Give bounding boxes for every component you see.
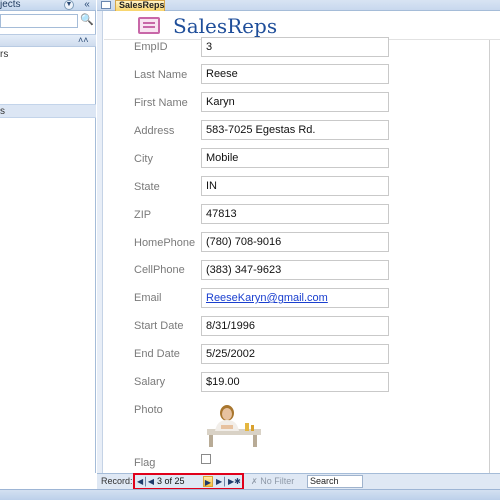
start-date-field[interactable]: 8/31/1996 <box>201 316 389 336</box>
nav-group-header[interactable]: ˄˄ <box>0 34 96 47</box>
field-label-state: State <box>134 181 160 193</box>
navigation-pane: jects ▼ « 🔍 ˄˄ rs s <box>0 0 96 473</box>
highlight-annotation-box <box>133 473 244 490</box>
chevron-down-icon[interactable]: ▼ <box>64 0 74 10</box>
photo-image <box>201 401 267 447</box>
record-search-input[interactable]: Search <box>307 475 363 488</box>
field-label-address: Address <box>134 125 175 137</box>
form-header: SalesReps <box>104 11 500 40</box>
field-label-cellphone: CellPhone <box>134 264 185 276</box>
nav-item-selected[interactable]: s <box>0 104 96 118</box>
last-name-field[interactable]: Reese <box>201 64 389 84</box>
record-selector[interactable] <box>97 11 103 473</box>
salary-field[interactable]: $19.00 <box>201 372 389 392</box>
cellphone-field[interactable]: (383) 347-9623 <box>201 260 389 280</box>
collapse-pane-icon[interactable]: « <box>82 0 92 10</box>
navigation-pane-header[interactable]: jects ▼ « <box>0 0 96 11</box>
field-label-homephone: HomePhone <box>134 237 196 249</box>
document-tab-strip: SalesReps <box>97 0 500 11</box>
field-label-start-date: Start Date <box>134 320 184 332</box>
field-label-salary: Salary <box>134 376 166 388</box>
empid-field[interactable]: 3 <box>201 37 389 57</box>
form-icon <box>101 1 111 9</box>
field-label-email: Email <box>134 292 162 304</box>
form-title: SalesReps <box>173 14 278 38</box>
search-icon[interactable]: 🔍 <box>80 13 94 27</box>
nav-item[interactable]: rs <box>0 48 96 62</box>
record-navigation-bar: Record: ◀│ ◀ 3 of 25 ▶ ▶│ ▶✱ ✗ No Filter… <box>97 473 500 490</box>
homephone-field[interactable]: (780) 708-9016 <box>201 232 389 252</box>
salesreps-form: SalesReps EmpID 3 Last Name Reese First … <box>97 11 500 473</box>
email-field[interactable]: ReeseKaryn@gmail.com <box>201 288 389 308</box>
chevron-up-icon[interactable]: ˄˄ <box>78 35 89 45</box>
field-label-first-name: First Name <box>134 97 188 109</box>
field-label-end-date: End Date <box>134 348 180 360</box>
flag-checkbox[interactable] <box>201 454 211 464</box>
state-field[interactable]: IN <box>201 176 389 196</box>
field-label-flag: Flag <box>134 457 156 469</box>
end-date-field[interactable]: 5/25/2002 <box>201 344 389 364</box>
status-bar <box>0 489 500 500</box>
first-name-field[interactable]: Karyn <box>201 92 389 112</box>
field-label-zip: ZIP <box>134 209 152 221</box>
field-label-city: City <box>134 153 153 165</box>
form-divider <box>489 40 490 473</box>
city-field[interactable]: Mobile <box>201 148 389 168</box>
document-area: SalesReps SalesReps EmpID 3 Last Name Re… <box>97 0 500 473</box>
field-label-photo: Photo <box>134 404 163 416</box>
field-label-last-name: Last Name <box>134 69 188 81</box>
tab-salesreps[interactable]: SalesReps <box>115 0 165 11</box>
photo-attachment[interactable] <box>201 401 267 447</box>
filter-indicator[interactable]: ✗ No Filter <box>251 476 294 486</box>
navigation-pane-title: jects <box>0 0 21 10</box>
form-icon <box>138 17 160 34</box>
field-label-empid: EmpID <box>134 41 168 53</box>
filter-icon: ✗ <box>251 477 258 486</box>
filter-label: No Filter <box>260 476 295 486</box>
address-field[interactable]: 583-7025 Egestas Rd. <box>201 120 389 140</box>
zip-field[interactable]: 47813 <box>201 204 389 224</box>
search-input[interactable] <box>0 14 78 28</box>
record-label: Record: <box>101 476 133 486</box>
